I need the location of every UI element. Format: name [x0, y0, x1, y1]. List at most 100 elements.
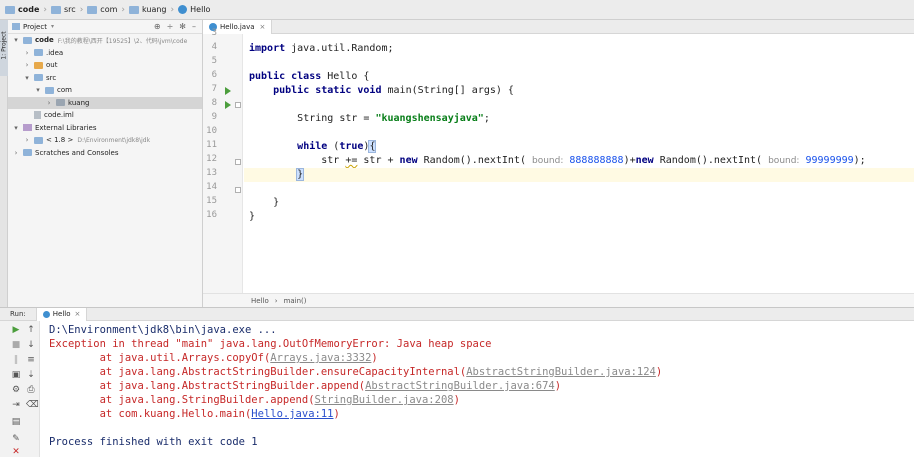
scroll-up-icon[interactable]: ↑ — [26, 325, 36, 335]
folder-icon — [45, 86, 54, 94]
chevron-down-icon[interactable]: ▾ — [23, 74, 31, 82]
chevron-right-icon[interactable]: › — [12, 149, 20, 157]
clear-all-icon[interactable]: ⌫ — [26, 400, 39, 410]
editor-crumb-method[interactable]: main() — [284, 297, 307, 305]
code-line-12: } — [244, 168, 914, 182]
line-number: 15 — [206, 196, 217, 206]
code-area[interactable]: import java.util.Random; public class He… — [244, 34, 914, 293]
close-run-icon[interactable]: ✕ — [11, 447, 21, 457]
trace-link[interactable]: StringBuilder.java:208 — [315, 394, 454, 406]
tree-item[interactable]: ▾ code F:\我的教程\西开【19525】\2、代码\jvm\code — [8, 34, 202, 47]
tree-item[interactable]: ▾ External Libraries — [8, 122, 202, 135]
chevron-right-icon[interactable]: › — [23, 49, 31, 57]
console-line-trace: at java.util.Arrays.copyOf(Arrays.java:3… — [49, 352, 378, 364]
tree-item[interactable]: › .idea — [8, 47, 202, 60]
folder-icon — [87, 5, 98, 14]
folder-icon — [34, 49, 43, 57]
console-output[interactable]: D:\Environment\jdk8\bin\java.exe ... Exc… — [49, 323, 914, 449]
breadcrumb-src[interactable]: src — [48, 2, 79, 18]
line-number: 8 — [211, 98, 217, 108]
code-line-4: import java.util.Random; — [249, 43, 394, 54]
editor-crumb-class[interactable]: Hello — [251, 297, 269, 305]
breadcrumb-com[interactable]: com — [84, 2, 120, 18]
settings-icon[interactable]: ⚙ — [11, 385, 21, 395]
code-line-11: str += str + new Random().nextInt( bound… — [321, 155, 866, 166]
console-line-trace: at com.kuang.Hello.main(Hello.java:11) — [49, 408, 340, 420]
editor-breadcrumb: Hello › main() — [203, 293, 914, 307]
chevron-right-icon[interactable]: › — [23, 136, 31, 144]
run-panel-header: Run: Hello × — [0, 307, 914, 321]
chevron-down-icon[interactable]: ▾ — [12, 36, 20, 44]
tree-item-label: code.iml — [44, 111, 74, 120]
fold-icon[interactable] — [235, 159, 241, 165]
tree-item[interactable]: › < 1.8 > D:\Environment\jdk8\jdk — [8, 134, 202, 147]
gear-icon[interactable]: ✻ — [179, 22, 186, 31]
fold-icon[interactable] — [235, 102, 241, 108]
minimize-icon[interactable]: – — [192, 22, 196, 31]
left-tool-strip: 1: Project — [0, 20, 8, 307]
code-line-5: public class Hello { — [249, 71, 370, 82]
rerun-icon[interactable]: ▶ — [11, 325, 21, 335]
chevron-right-icon[interactable]: › — [23, 61, 31, 69]
exit-icon[interactable]: ⇥ — [11, 400, 21, 410]
breadcrumb-hello[interactable]: Hello — [175, 2, 213, 18]
tree-item[interactable]: ▾ com — [8, 84, 202, 97]
breadcrumb-kuang[interactable]: kuang — [126, 2, 170, 18]
tree-item[interactable]: code.iml — [8, 109, 202, 122]
project-panel-tools: ⊕ ÷ ✻ – — [154, 22, 202, 31]
soft-wrap-icon[interactable]: ≡ — [26, 355, 36, 365]
tree-item[interactable]: ▾ src — [8, 72, 202, 85]
chevron-right-icon: › — [79, 4, 84, 15]
collapse-icon[interactable]: ÷ — [167, 22, 174, 31]
trace-link[interactable]: AbstractStringBuilder.java:674 — [365, 380, 555, 392]
dump-threads-icon[interactable]: ▣ — [11, 370, 21, 380]
chevron-right-icon: › — [274, 296, 278, 305]
chevron-down-icon[interactable]: ▾ — [34, 86, 42, 94]
chevron-right-icon[interactable]: › — [45, 99, 53, 107]
folder-icon — [23, 149, 32, 157]
locate-icon[interactable]: ⊕ — [154, 22, 161, 31]
tree-item-path: F:\我的教程\西开【19525】\2、代码\jvm\code — [57, 37, 188, 45]
class-icon — [178, 5, 188, 14]
folder-icon — [23, 36, 32, 44]
tree-item[interactable]: › out — [8, 59, 202, 72]
project-tool-tab[interactable]: 1: Project — [0, 20, 8, 76]
scroll-end-icon[interactable]: ⇣ — [26, 370, 36, 380]
chevron-down-icon[interactable]: ▾ — [51, 23, 54, 30]
line-number: 11 — [206, 140, 217, 150]
console-line-exception: Exception in thread "main" java.lang.Out… — [49, 338, 492, 350]
breadcrumb-code[interactable]: code — [2, 2, 42, 18]
project-panel-title[interactable]: Project — [23, 23, 47, 31]
layout-icon[interactable]: ▤ — [11, 417, 21, 427]
close-icon[interactable]: × — [260, 23, 266, 31]
folder-icon — [51, 5, 61, 14]
trace-link[interactable]: Hello.java:11 — [251, 408, 333, 420]
fold-icon[interactable] — [235, 187, 241, 193]
line-number: 3 — [211, 28, 217, 38]
editor-tab-bar: Hello.java × — [203, 20, 914, 34]
run-label: Run: — [10, 310, 26, 318]
print-icon[interactable]: ⎙ — [26, 385, 36, 395]
line-number: 4 — [211, 42, 217, 52]
tree-item-label: .idea — [46, 48, 64, 57]
run-tab-hello[interactable]: Hello × — [35, 307, 88, 321]
line-number: 12 — [206, 154, 217, 164]
tree-item[interactable]: › kuang — [8, 96, 202, 109]
scroll-down-icon[interactable]: ↓ — [26, 340, 36, 350]
tree-item[interactable]: › Scratches and Consoles — [8, 147, 202, 160]
pause-icon[interactable]: ‖ — [11, 355, 21, 365]
pin-icon[interactable]: ✎ — [11, 434, 21, 444]
stop-icon[interactable]: ■ — [11, 340, 21, 350]
chevron-down-icon[interactable]: ▾ — [12, 124, 20, 132]
folder-icon — [5, 5, 15, 14]
line-number: 5 — [211, 56, 217, 66]
trace-link[interactable]: Arrays.java:3332 — [270, 352, 371, 364]
run-class-icon[interactable] — [225, 87, 231, 95]
run-main-icon[interactable] — [225, 101, 231, 109]
tree-item-label: External Libraries — [35, 123, 97, 132]
project-panel-header: Project ▾ ⊕ ÷ ✻ – — [8, 20, 202, 34]
line-number: 9 — [211, 112, 217, 122]
close-icon[interactable]: × — [75, 310, 81, 318]
console-line-trace: at java.lang.AbstractStringBuilder.appen… — [49, 380, 562, 392]
trace-link[interactable]: AbstractStringBuilder.java:124 — [466, 366, 656, 378]
